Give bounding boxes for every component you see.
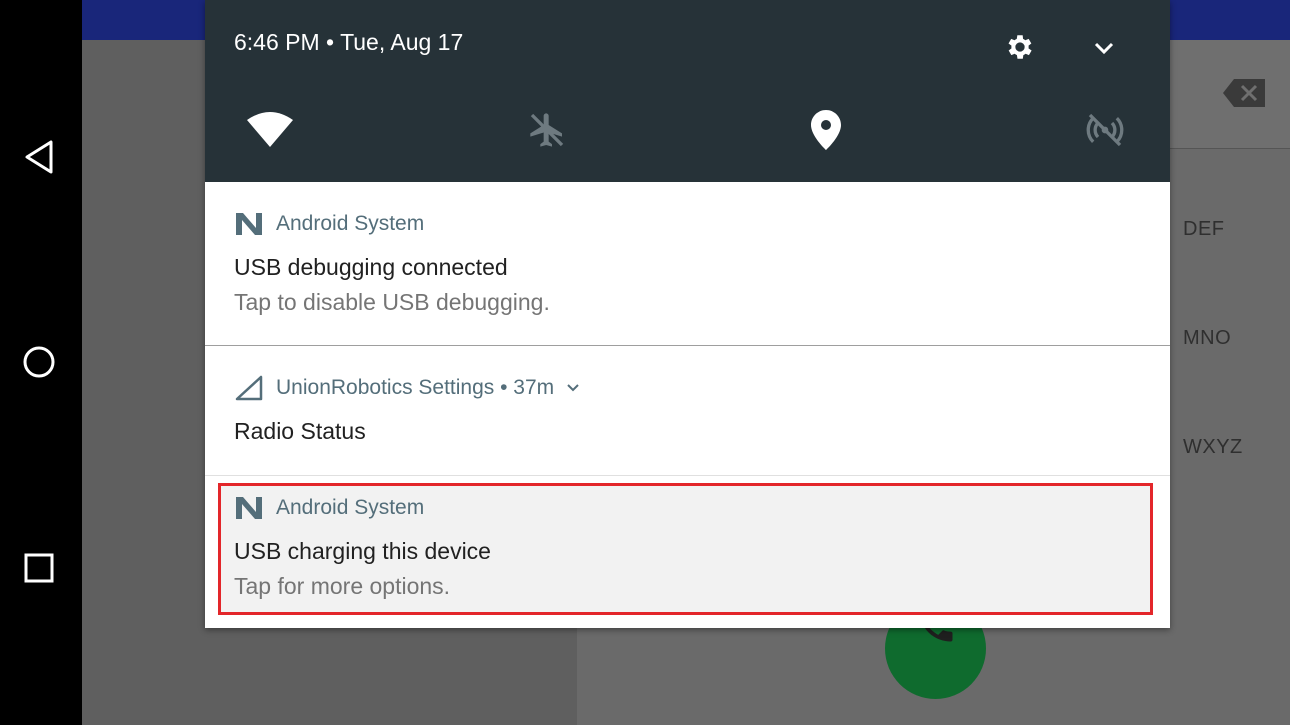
keypad-letters-9: WXYZ — [1183, 436, 1243, 458]
notification-title: Radio Status — [234, 418, 366, 444]
notification-text: Tap for more options. — [234, 573, 451, 599]
android-n-icon — [236, 213, 262, 235]
notification-usb-debugging[interactable]: Android System USB debugging connected T… — [205, 182, 1170, 345]
notification-header: Android System — [234, 495, 424, 521]
backspace-icon[interactable] — [1222, 78, 1266, 108]
android-n-icon — [236, 497, 262, 519]
notification-header: UnionRobotics Settings • 37m — [234, 375, 580, 401]
notification-title: USB debugging connected — [234, 254, 508, 280]
keypad-letters-6: MNO — [1183, 327, 1232, 349]
time-date: 6:46 PM • Tue, Aug 17 — [234, 29, 464, 55]
location-pin-icon[interactable] — [803, 107, 849, 153]
keypad-letters-3: DEF — [1183, 218, 1225, 240]
notification-header: Android System — [234, 211, 424, 237]
airplane-off-icon[interactable] — [524, 107, 570, 153]
recents-icon[interactable] — [17, 546, 61, 590]
quick-settings-panel: 6:46 PM • Tue, Aug 17 — [205, 0, 1170, 182]
notification-title: USB charging this device — [234, 538, 491, 564]
navigation-bar — [0, 0, 82, 725]
chevron-down-icon[interactable] — [1089, 33, 1119, 63]
home-icon[interactable] — [17, 340, 61, 384]
notification-app-name: Android System — [276, 212, 425, 235]
notification-usb-charging[interactable]: Android System USB charging this device … — [221, 487, 1150, 613]
notification-radio-status[interactable]: UnionRobotics Settings • 37m Radio Statu… — [205, 346, 1170, 474]
hotspot-off-icon[interactable] — [1082, 107, 1128, 153]
signal-icon — [235, 375, 263, 401]
wifi-icon[interactable] — [247, 107, 293, 153]
chevron-down-icon[interactable] — [566, 383, 580, 393]
notification-app-name: Android System — [276, 496, 425, 519]
back-icon[interactable] — [17, 135, 61, 179]
notification-shade: 6:46 PM • Tue, Aug 17 Android System USB… — [205, 0, 1170, 628]
notification-text: Tap to disable USB debugging. — [234, 289, 550, 315]
gear-icon[interactable] — [1002, 29, 1038, 65]
notification-app-name: UnionRobotics Settings • 37m — [276, 376, 555, 399]
divider — [205, 475, 1170, 476]
